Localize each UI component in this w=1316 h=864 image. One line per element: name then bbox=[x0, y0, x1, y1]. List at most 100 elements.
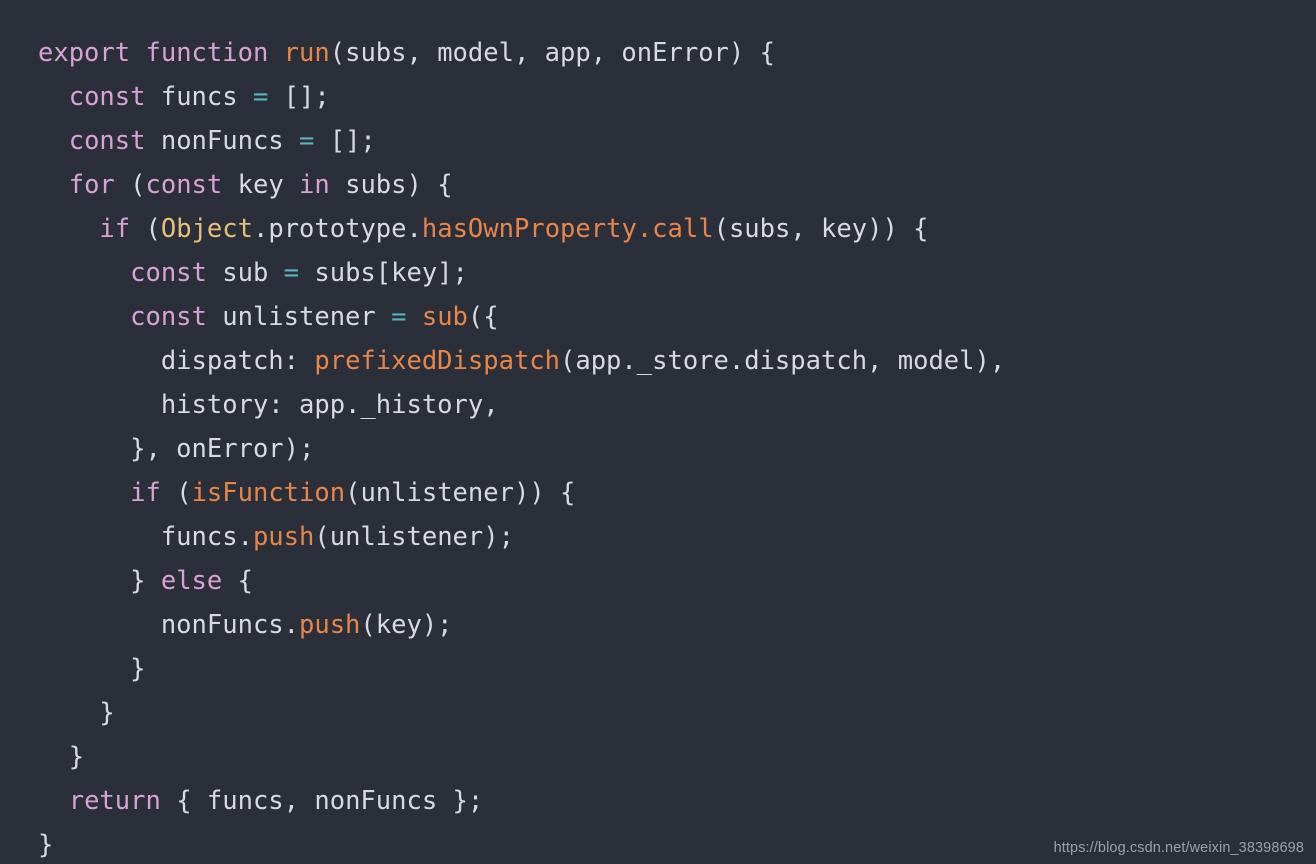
code-token-plain: funcs. bbox=[160, 522, 253, 552]
code-token-plain: subs) { bbox=[329, 170, 453, 200]
code-token-operator: = bbox=[299, 126, 315, 156]
code-line: return { funcs, nonFuncs }; bbox=[0, 779, 1316, 823]
code-token-keyword: in bbox=[299, 170, 330, 200]
code-token-operator: = bbox=[252, 82, 269, 112]
code-token-plain: []; bbox=[314, 126, 376, 156]
code-token-keyword: return bbox=[68, 786, 161, 816]
code-token-keyword: export bbox=[38, 38, 131, 68]
code-token-function: push bbox=[299, 610, 361, 640]
code-block: export function run(subs, model, app, on… bbox=[0, 13, 1316, 864]
code-line: history: app._history, bbox=[0, 383, 1316, 427]
code-line: const funcs = []; bbox=[0, 75, 1316, 119]
code-line: for (const key in subs) { bbox=[0, 163, 1316, 207]
code-token-plain: ( bbox=[130, 214, 161, 244]
code-token-function: . bbox=[636, 214, 653, 244]
code-token-plain: ({ bbox=[467, 302, 499, 332]
code-token-plain: subs[key]; bbox=[299, 258, 468, 288]
code-token-keyword: const bbox=[68, 126, 146, 156]
code-line: const nonFuncs = []; bbox=[0, 119, 1316, 163]
code-line: const sub = subs[key]; bbox=[0, 251, 1316, 295]
code-token-plain: (key); bbox=[360, 610, 453, 640]
code-token-keyword: for bbox=[68, 170, 115, 200]
code-token-plain: nonFuncs. bbox=[160, 610, 299, 640]
code-line: nonFuncs.push(key); bbox=[0, 603, 1316, 647]
code-token-function: prefixedDispatch bbox=[314, 346, 560, 376]
code-line: if (Object.prototype.hasOwnProperty.call… bbox=[0, 207, 1316, 251]
code-token-class: Object bbox=[160, 214, 253, 244]
code-token-keyword: const bbox=[68, 82, 146, 112]
code-token-operator: = bbox=[391, 302, 407, 332]
code-token-function: isFunction bbox=[191, 478, 346, 508]
code-line: const unlistener = sub({ bbox=[0, 295, 1316, 339]
code-screenshot: export function run(subs, model, app, on… bbox=[0, 0, 1316, 864]
code-token-plain: }, onError); bbox=[130, 434, 315, 464]
code-token-plain: funcs bbox=[145, 82, 253, 112]
code-token-function: push bbox=[252, 522, 315, 552]
code-token-function: sub bbox=[421, 302, 468, 332]
code-token-plain: []; bbox=[268, 82, 330, 112]
code-line: dispatch: prefixedDispatch(app._store.di… bbox=[0, 339, 1316, 383]
code-token-plain: { bbox=[222, 566, 253, 596]
code-token-function: hasOwnProperty bbox=[421, 214, 637, 244]
code-token-plain: unlistener bbox=[206, 302, 392, 332]
code-token-plain: dispatch: bbox=[160, 346, 315, 376]
code-line: funcs.push(unlistener); bbox=[0, 515, 1316, 559]
code-token-plain: sub bbox=[206, 258, 284, 288]
code-token-plain: } bbox=[68, 742, 85, 772]
code-line: } bbox=[0, 735, 1316, 779]
code-line: } bbox=[0, 647, 1316, 691]
code-token-plain: (subs, key)) { bbox=[713, 214, 929, 244]
code-token-plain: } bbox=[99, 698, 115, 728]
code-token-function: call bbox=[652, 214, 714, 244]
code-token-plain: nonFuncs bbox=[145, 126, 300, 156]
code-token-plain: (subs, model, app, onError) { bbox=[329, 38, 775, 68]
code-token-plain: .prototype. bbox=[252, 214, 422, 244]
code-token-operator: = bbox=[283, 258, 300, 288]
code-token-keyword: const bbox=[145, 170, 223, 200]
code-token-keyword: const bbox=[130, 302, 207, 332]
code-line: if (isFunction(unlistener)) { bbox=[0, 471, 1316, 515]
code-line: } else { bbox=[0, 559, 1316, 603]
code-token-plain: (unlistener)) { bbox=[345, 478, 576, 508]
code-token-plain: } bbox=[130, 654, 146, 684]
code-line: }, onError); bbox=[0, 427, 1316, 471]
code-token-plain: ( bbox=[114, 170, 146, 200]
code-token-plain: } bbox=[38, 830, 54, 860]
code-token-keyword: const bbox=[130, 258, 207, 288]
code-line: } bbox=[0, 691, 1316, 735]
code-token-keyword: if bbox=[99, 214, 131, 244]
code-token-plain: { funcs, nonFuncs }; bbox=[160, 786, 484, 816]
code-token-plain: key bbox=[222, 170, 300, 200]
code-token-keyword: function bbox=[145, 38, 269, 68]
watermark-url: https://blog.csdn.net/weixin_38398698 bbox=[1053, 840, 1304, 856]
code-token-plain: (app._store.dispatch, model), bbox=[560, 346, 1006, 376]
code-token-plain: ( bbox=[160, 478, 192, 508]
code-token-plain: } bbox=[130, 566, 161, 596]
code-line: export function run(subs, model, app, on… bbox=[0, 31, 1316, 75]
code-token-plain: history: app._history, bbox=[160, 390, 499, 420]
code-token-keyword: if bbox=[130, 478, 161, 508]
code-token-function: run bbox=[283, 38, 330, 68]
code-token-keyword: else bbox=[160, 566, 223, 596]
code-token-plain: (unlistener); bbox=[314, 522, 514, 552]
